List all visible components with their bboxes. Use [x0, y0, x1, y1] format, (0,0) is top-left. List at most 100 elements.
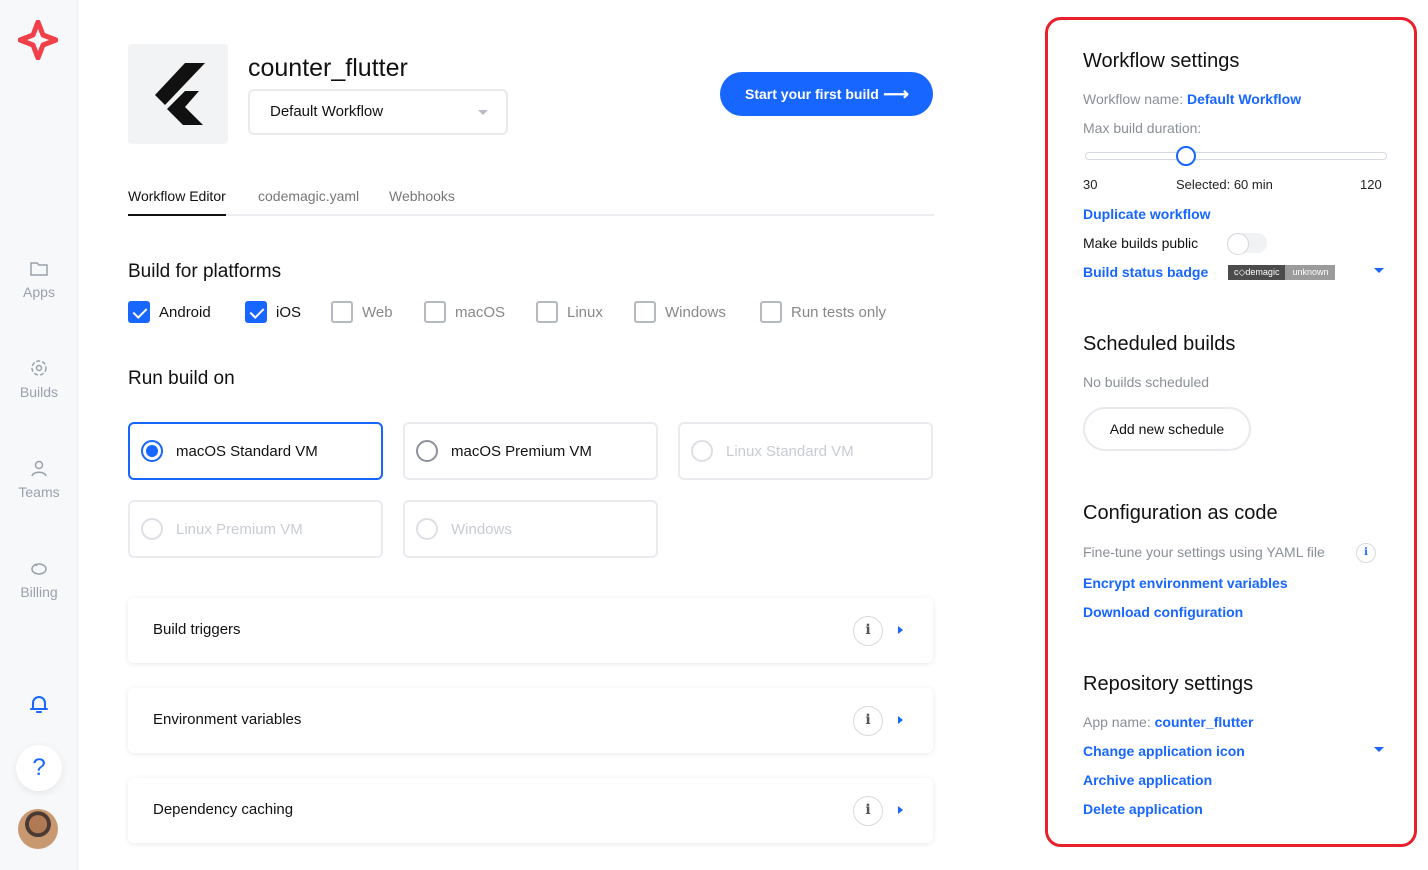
platform-label: Linux	[567, 303, 603, 321]
platform-label: Run tests only	[791, 303, 887, 321]
slider-selected-label: Selected: 60 min	[1176, 177, 1273, 192]
radio-icon	[416, 518, 438, 540]
badge-status: unknown	[1285, 265, 1336, 280]
platform-label: Android	[159, 303, 211, 321]
sidebar-item-teams[interactable]: Teams	[0, 458, 78, 500]
help-button[interactable]: ?	[16, 745, 62, 791]
app-name-link[interactable]: counter_flutter	[1155, 714, 1254, 730]
make-public-toggle[interactable]	[1227, 233, 1267, 255]
codemagic-logo-icon[interactable]	[18, 20, 58, 60]
vm-label: macOS Premium VM	[451, 442, 592, 460]
tab-webhooks[interactable]: Webhooks	[389, 188, 455, 216]
radio-selected-icon	[141, 440, 163, 462]
tab-codemagic-yaml[interactable]: codemagic.yaml	[258, 188, 359, 216]
checkbox-icon	[424, 301, 446, 323]
radio-icon	[691, 440, 713, 462]
scheduled-builds-title: Scheduled builds	[1083, 333, 1236, 355]
vm-option-linux-premium: Linux Premium VM	[128, 500, 383, 558]
sidebar-item-label: Teams	[18, 484, 60, 500]
add-schedule-button[interactable]: Add new schedule	[1083, 407, 1251, 451]
platform-label: Web	[362, 303, 393, 321]
user-icon	[31, 460, 47, 477]
platform-run-tests-only[interactable]: Run tests only	[760, 300, 886, 324]
workflow-name-label: Workflow name:	[1083, 91, 1184, 107]
platform-windows[interactable]: Windows	[634, 300, 726, 324]
sidebar-item-label: Apps	[23, 284, 55, 300]
workflow-settings-title: Workflow settings	[1083, 50, 1240, 72]
info-icon[interactable]: i	[1356, 543, 1376, 563]
piggy-bank-icon	[31, 563, 47, 575]
build-status-badge-link[interactable]: Build status badge	[1083, 264, 1208, 280]
panel-title: Environment variables	[153, 711, 302, 728]
sidebar-item-apps[interactable]: Apps	[0, 258, 78, 300]
vm-label: Linux Premium VM	[176, 520, 303, 538]
flutter-logo-icon	[155, 63, 205, 125]
platform-linux[interactable]: Linux	[536, 300, 603, 324]
start-build-label: Start your first build	[745, 86, 879, 102]
vm-option-macos-premium[interactable]: macOS Premium VM	[403, 422, 658, 480]
checkbox-icon	[634, 301, 656, 323]
radio-icon	[416, 440, 438, 462]
checkbox-icon	[760, 301, 782, 323]
panel-dependency-caching[interactable]: Dependency caching i	[128, 778, 933, 843]
duplicate-workflow-link[interactable]: Duplicate workflow	[1083, 206, 1211, 222]
checkbox-checked-icon	[245, 301, 267, 323]
workflow-name-link[interactable]: Default Workflow	[1187, 91, 1301, 107]
encrypt-env-link[interactable]: Encrypt environment variables	[1083, 575, 1288, 591]
page-title: counter_flutter	[248, 54, 408, 82]
config-desc: Fine-tune your settings using YAML file	[1083, 544, 1325, 560]
app-name-label: App name:	[1083, 714, 1151, 730]
vm-option-linux-standard: Linux Standard VM	[678, 422, 933, 480]
delete-app-link[interactable]: Delete application	[1083, 801, 1203, 817]
info-icon[interactable]: i	[853, 706, 883, 736]
radio-icon	[141, 518, 163, 540]
avatar[interactable]	[18, 809, 58, 849]
panel-build-triggers[interactable]: Build triggers i	[128, 598, 933, 663]
info-icon[interactable]: i	[853, 796, 883, 826]
vm-option-windows: Windows	[403, 500, 658, 558]
slider-max-label: 120	[1360, 177, 1382, 192]
workflow-name-row: Workflow name: Default Workflow	[1083, 91, 1301, 107]
chevron-right-icon	[898, 806, 903, 814]
vm-option-macos-standard[interactable]: macOS Standard VM	[128, 422, 383, 480]
duration-slider-track[interactable]	[1085, 152, 1387, 160]
tab-bar: Workflow Editor codemagic.yaml Webhooks	[128, 186, 934, 216]
platform-label: Windows	[665, 303, 726, 321]
app-name-row: App name: counter_flutter	[1083, 714, 1253, 730]
sidebar-item-label: Billing	[20, 584, 58, 600]
chevron-right-icon	[898, 716, 903, 724]
platforms-title: Build for platforms	[128, 261, 282, 282]
workflow-select-value: Default Workflow	[270, 103, 384, 120]
workflow-select[interactable]: Default Workflow	[248, 89, 508, 135]
repository-settings-title: Repository settings	[1083, 673, 1254, 695]
change-icon-link[interactable]: Change application icon	[1083, 743, 1245, 759]
start-build-button[interactable]: Start your first build ⟶	[720, 72, 933, 116]
download-config-link[interactable]: Download configuration	[1083, 604, 1243, 620]
chevron-down-icon[interactable]	[1374, 747, 1384, 752]
archive-app-link[interactable]: Archive application	[1083, 772, 1212, 788]
caret-down-icon	[478, 110, 488, 115]
sidebar-item-builds[interactable]: Builds	[0, 358, 78, 400]
panel-environment-variables[interactable]: Environment variables i	[128, 688, 933, 753]
no-schedules-text: No builds scheduled	[1083, 374, 1210, 390]
make-public-label: Make builds public	[1083, 235, 1199, 251]
checkbox-checked-icon	[128, 301, 150, 323]
tab-workflow-editor[interactable]: Workflow Editor	[128, 188, 226, 216]
info-icon[interactable]: i	[853, 616, 883, 646]
platform-ios[interactable]: iOS	[245, 300, 301, 324]
sidebar-item-billing[interactable]: Billing	[0, 558, 78, 600]
platform-web[interactable]: Web	[331, 300, 393, 324]
main-content: counter_flutter Default Workflow Start y…	[79, 0, 1033, 870]
duration-slider-handle[interactable]	[1175, 146, 1196, 166]
panel-title: Dependency caching	[153, 801, 294, 818]
chevron-down-icon[interactable]	[1374, 268, 1384, 273]
platform-android[interactable]: Android	[128, 300, 211, 324]
builds-icon	[31, 360, 47, 376]
bell-icon[interactable]	[27, 692, 51, 716]
chevron-right-icon	[898, 626, 903, 634]
platform-macos[interactable]: macOS	[424, 300, 505, 324]
checkbox-icon	[536, 301, 558, 323]
platform-label: iOS	[276, 303, 302, 321]
checkbox-icon	[331, 301, 353, 323]
app-icon[interactable]	[128, 44, 228, 144]
